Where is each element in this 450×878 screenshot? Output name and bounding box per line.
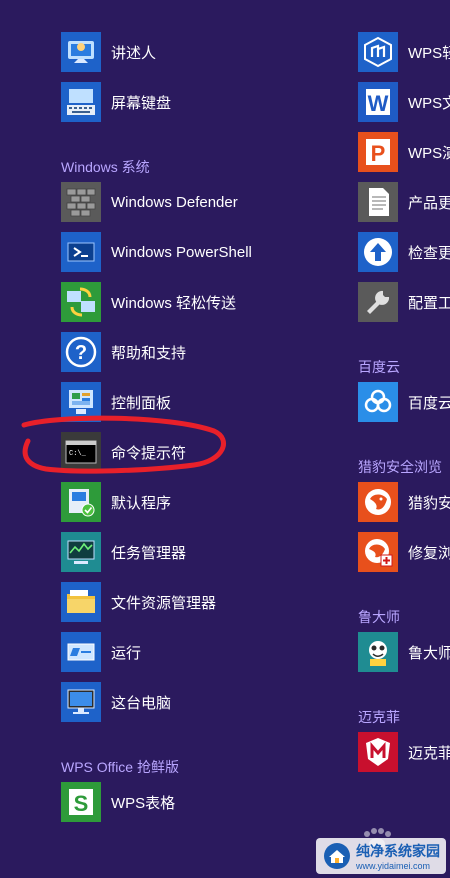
- app-ludashi[interactable]: 鲁大师: [358, 632, 450, 672]
- this-pc-icon: [61, 682, 101, 722]
- group-header-mcafee: 迈克菲: [358, 709, 400, 725]
- app-label: 屏幕键盘: [111, 94, 172, 112]
- app-wps-writer[interactable]: W WPS文: [358, 82, 450, 122]
- powershell-icon: [61, 232, 101, 272]
- group-header-baidu: 百度云: [358, 359, 400, 375]
- defender-icon: [61, 182, 101, 222]
- app-default-programs[interactable]: 默认程序: [61, 482, 171, 522]
- app-label: 百度云: [408, 394, 450, 412]
- group-header-liebao: 猎豹安全浏览: [358, 459, 442, 475]
- file-explorer-icon: [61, 582, 101, 622]
- app-on-screen-keyboard[interactable]: 屏幕键盘: [61, 82, 171, 122]
- document-icon: [358, 182, 398, 222]
- app-mcafee[interactable]: 迈克菲: [358, 732, 450, 772]
- baidu-cloud-icon: [358, 382, 398, 422]
- watermark-title: 纯净系统家园: [356, 843, 440, 859]
- app-label: 默认程序: [111, 494, 172, 512]
- app-narrator[interactable]: 讲述人: [61, 32, 156, 72]
- app-label: Windows Defender: [111, 193, 238, 211]
- liebao-repair-icon: [358, 532, 398, 572]
- app-liebao-browser[interactable]: 猎豹安: [358, 482, 450, 522]
- app-label: 这台电脑: [111, 694, 172, 712]
- app-label: 控制面板: [111, 394, 172, 412]
- app-label: 任务管理器: [111, 544, 187, 562]
- app-label: 产品更: [408, 194, 450, 212]
- app-control-panel[interactable]: 控制面板: [61, 382, 171, 422]
- wps-presentation-icon: P: [358, 132, 398, 172]
- app-liebao-repair[interactable]: 修复浏: [358, 532, 450, 572]
- help-icon: ?: [61, 332, 101, 372]
- svg-text:C:\_: C:\_: [69, 450, 87, 458]
- app-wps-presentation[interactable]: P WPS演: [358, 132, 450, 172]
- app-label: 检查更: [408, 244, 450, 262]
- app-label: 修复浏: [408, 544, 450, 562]
- app-run[interactable]: 运行: [61, 632, 141, 672]
- app-label: WPS文: [408, 94, 450, 112]
- app-easy-transfer[interactable]: Windows 轻松传送: [61, 282, 236, 322]
- app-label: 迈克菲: [408, 744, 450, 762]
- app-label: WPS轻: [408, 44, 450, 62]
- group-header-wps: WPS Office 抢鲜版: [61, 759, 179, 775]
- app-label: WPS表格: [111, 794, 176, 812]
- app-wps-spreadsheet[interactable]: S WPS表格: [61, 782, 175, 822]
- upload-arrow-icon: [358, 232, 398, 272]
- task-manager-icon: [61, 532, 101, 572]
- group-header-ludashi: 鲁大师: [358, 609, 400, 625]
- wps-lite-icon: [358, 32, 398, 72]
- control-panel-icon: [61, 382, 101, 422]
- site-watermark: 纯净系统家园 www.yidaimei.com: [316, 838, 446, 874]
- app-label: WPS演: [408, 144, 450, 162]
- app-label: Windows PowerShell: [111, 243, 252, 261]
- wps-spreadsheet-icon: S: [61, 782, 101, 822]
- app-command-prompt[interactable]: C:\_ 命令提示符: [61, 432, 186, 472]
- wrench-icon: [358, 282, 398, 322]
- app-config-tool[interactable]: 配置工: [358, 282, 450, 322]
- app-label: 文件资源管理器: [111, 594, 217, 612]
- default-programs-icon: [61, 482, 101, 522]
- narrator-icon: [61, 32, 101, 72]
- app-windows-powershell[interactable]: Windows PowerShell: [61, 232, 252, 272]
- app-this-pc[interactable]: 这台电脑: [61, 682, 171, 722]
- command-prompt-icon: C:\_: [61, 432, 101, 472]
- app-wps-lite[interactable]: WPS轻: [358, 32, 450, 72]
- app-check-update[interactable]: 检查更: [358, 232, 450, 272]
- svg-text:W: W: [368, 91, 389, 116]
- app-windows-defender[interactable]: Windows Defender: [61, 182, 238, 222]
- app-label: 命令提示符: [111, 444, 187, 462]
- app-baidu-cloud[interactable]: 百度云: [358, 382, 450, 422]
- app-label: 帮助和支持: [111, 344, 187, 362]
- app-file-explorer[interactable]: 文件资源管理器: [61, 582, 216, 622]
- wps-writer-icon: W: [358, 82, 398, 122]
- app-help-support[interactable]: ? 帮助和支持: [61, 332, 186, 372]
- app-label: 配置工: [408, 294, 450, 312]
- app-label: 讲述人: [111, 44, 157, 62]
- watermark-url: www.yidaimei.com: [356, 861, 431, 871]
- liebao-browser-icon: [358, 482, 398, 522]
- app-product-update[interactable]: 产品更: [358, 182, 450, 222]
- house-logo-icon: [324, 843, 350, 869]
- ludashi-icon: [358, 632, 398, 672]
- keyboard-icon: [61, 82, 101, 122]
- svg-text:S: S: [74, 791, 89, 816]
- app-label: 运行: [111, 644, 142, 662]
- svg-text:?: ?: [75, 342, 87, 364]
- mcafee-icon: [358, 732, 398, 772]
- app-task-manager[interactable]: 任务管理器: [61, 532, 186, 572]
- app-label: Windows 轻松传送: [111, 294, 237, 312]
- easy-transfer-icon: [61, 282, 101, 322]
- app-label: 猎豹安: [408, 494, 450, 512]
- svg-text:P: P: [371, 141, 386, 166]
- app-label: 鲁大师: [408, 644, 450, 662]
- run-icon: [61, 632, 101, 672]
- group-header-windows: Windows 系统: [61, 159, 150, 175]
